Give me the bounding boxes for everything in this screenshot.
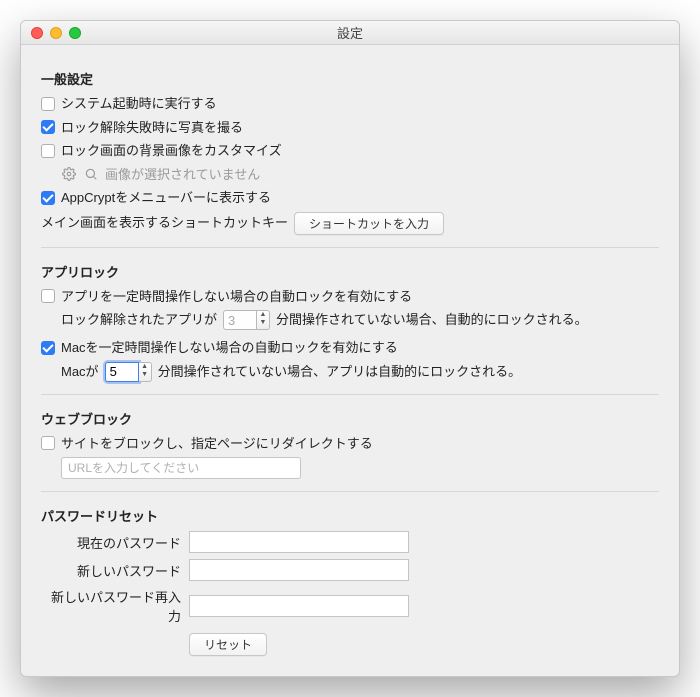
checkbox-app-idle[interactable] (41, 289, 55, 303)
label-new-password: 新しいパスワード (41, 561, 181, 580)
input-confirm-password[interactable] (189, 595, 409, 617)
stepper-arrows[interactable]: ▲▼ (257, 310, 270, 330)
zoom-button[interactable] (69, 27, 81, 39)
divider (41, 394, 659, 395)
app-idle-prefix: ロック解除されたアプリが (61, 310, 217, 330)
bg-hint-text: 画像が選択されていません (105, 165, 260, 185)
gear-icon[interactable] (61, 166, 77, 182)
label-current-password: 現在のパスワード (41, 533, 181, 552)
stepper-mac-idle: ▲▼ (105, 362, 152, 382)
shortcut-button[interactable]: ショートカットを入力 (294, 212, 444, 235)
input-app-idle-minutes[interactable] (223, 310, 257, 330)
input-new-password[interactable] (189, 559, 409, 581)
section-general-heading: 一般設定 (41, 69, 659, 88)
stepper-app-idle: ▲▼ (223, 310, 270, 330)
checkbox-run-at-login[interactable] (41, 97, 55, 111)
reset-button[interactable]: リセット (189, 633, 267, 656)
label-run-at-login: システム起動時に実行する (61, 94, 217, 114)
input-current-password[interactable] (189, 531, 409, 553)
close-button[interactable] (31, 27, 43, 39)
app-idle-suffix: 分間操作されていない場合、自動的にロックされる。 (276, 310, 588, 330)
mac-idle-suffix: 分間操作されていない場合、アプリは自動的にロックされる。 (158, 362, 522, 382)
label-photo-on-fail: ロック解除失敗時に写真を撮る (61, 118, 243, 138)
label-show-menubar: AppCryptをメニューバーに表示する (61, 188, 271, 208)
traffic-lights (21, 27, 81, 39)
titlebar: 設定 (21, 21, 679, 45)
section-password-heading: パスワードリセット (41, 506, 659, 525)
label-custom-bg: ロック画面の背景画像をカスタマイズ (61, 141, 282, 161)
input-mac-idle-minutes[interactable] (105, 362, 139, 382)
checkbox-webblock[interactable] (41, 436, 55, 450)
search-icon[interactable] (83, 166, 99, 182)
checkbox-photo-on-fail[interactable] (41, 120, 55, 134)
checkbox-custom-bg[interactable] (41, 144, 55, 158)
divider (41, 491, 659, 492)
content: 一般設定 システム起動時に実行する ロック解除失敗時に写真を撮る ロック画面の背… (21, 45, 679, 676)
label-mac-idle: Macを一定時間操作しない場合の自動ロックを有効にする (61, 338, 398, 358)
settings-window: 設定 一般設定 システム起動時に実行する ロック解除失敗時に写真を撮る ロック画… (20, 20, 680, 677)
label-confirm-password: 新しいパスワード再入力 (41, 587, 181, 625)
minimize-button[interactable] (50, 27, 62, 39)
mac-idle-prefix: Macが (61, 362, 99, 382)
shortcut-label: メイン画面を表示するショートカットキー (41, 213, 288, 233)
label-webblock: サイトをブロックし、指定ページにリダイレクトする (61, 434, 373, 454)
window-title: 設定 (21, 23, 679, 42)
password-grid: 現在のパスワード 新しいパスワード 新しいパスワード再入力 (41, 531, 659, 625)
divider (41, 247, 659, 248)
section-applock-heading: アプリロック (41, 262, 659, 281)
label-app-idle: アプリを一定時間操作しない場合の自動ロックを有効にする (61, 287, 412, 307)
checkbox-mac-idle[interactable] (41, 341, 55, 355)
checkbox-show-menubar[interactable] (41, 191, 55, 205)
url-input[interactable] (61, 457, 301, 479)
stepper-arrows[interactable]: ▲▼ (139, 362, 152, 382)
section-webblock-heading: ウェブブロック (41, 409, 659, 428)
